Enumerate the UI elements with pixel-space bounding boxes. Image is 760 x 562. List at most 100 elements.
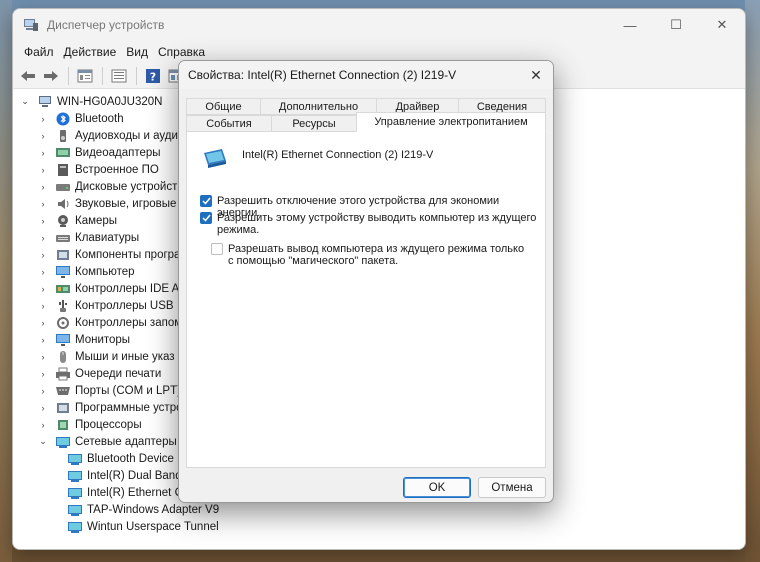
chevron-right-icon[interactable]: › xyxy=(37,335,49,345)
tree-category-ide-controllers[interactable]: › Контроллеры IDE ATA xyxy=(37,280,193,297)
tree-category-audio-io[interactable]: › Аудиовходы и аудио xyxy=(37,127,184,144)
back-arrow-icon[interactable] xyxy=(17,66,39,86)
chevron-right-icon[interactable]: › xyxy=(37,182,49,192)
tree-item-wintun[interactable]: Wintun Userspace Tunnel xyxy=(61,518,219,535)
ide-controller-icon xyxy=(55,282,71,296)
chevron-right-icon[interactable]: › xyxy=(37,216,49,226)
tab-power-management[interactable]: Управление электропитанием xyxy=(356,112,546,132)
menu-view[interactable]: Вид xyxy=(121,45,153,59)
chevron-right-icon[interactable]: › xyxy=(37,267,49,277)
tree-category-bluetooth[interactable]: › Bluetooth xyxy=(37,110,124,127)
tree-category-processors[interactable]: › Процессоры xyxy=(37,416,142,433)
menu-help[interactable]: Справка xyxy=(153,45,210,59)
usb-icon xyxy=(55,299,71,313)
tree-category-usb-controllers[interactable]: › Контроллеры USB xyxy=(37,297,174,314)
minimize-button[interactable]: — xyxy=(607,9,653,41)
tree-label: Аудиовходы и аудио xyxy=(75,129,185,142)
tab-general[interactable]: Общие xyxy=(186,98,261,115)
tree-label: Порты (COM и LPT) xyxy=(75,384,181,397)
tab-resources[interactable]: Ресурсы xyxy=(271,115,357,132)
menu-file[interactable]: Файл xyxy=(19,45,59,59)
tree-category-software-components[interactable]: › Компоненты програ xyxy=(37,246,181,263)
checkbox-checked[interactable] xyxy=(200,212,212,224)
chevron-right-icon[interactable]: › xyxy=(37,165,49,175)
tree-root[interactable]: ⌄ WIN-HG0A0JU320N xyxy=(19,93,162,110)
desktop-wallpaper-left xyxy=(0,0,12,562)
properties-icon[interactable] xyxy=(74,66,96,86)
tree-category-storage-controllers[interactable]: › Контроллеры запом xyxy=(37,314,182,331)
chevron-right-icon[interactable]: › xyxy=(37,284,49,294)
maximize-button[interactable]: ☐ xyxy=(653,9,699,41)
chevron-right-icon[interactable]: › xyxy=(37,131,49,141)
tree-category-cameras[interactable]: › Камеры xyxy=(37,212,117,229)
chevron-right-icon[interactable]: › xyxy=(37,233,49,243)
tree-category-print-queues[interactable]: › Очереди печати xyxy=(37,365,161,382)
keyboard-icon xyxy=(55,231,71,245)
properties-dialog: Свойства: Intel(R) Ethernet Connection (… xyxy=(178,60,554,503)
toolbar-separator xyxy=(136,66,137,85)
chevron-right-icon[interactable]: › xyxy=(37,199,49,209)
mouse-icon xyxy=(55,350,71,364)
tree-category-mice[interactable]: › Мыши и иные указ xyxy=(37,348,175,365)
monitor-icon xyxy=(55,265,71,279)
tree-category-software-devices[interactable]: › Программные устро xyxy=(37,399,183,416)
tree-label: Bluetooth xyxy=(75,112,124,125)
help-icon[interactable]: ? xyxy=(142,66,164,86)
tree-item-intel-dual-band[interactable]: Intel(R) Dual Band xyxy=(61,467,182,484)
tree-label: Очереди печати xyxy=(75,367,162,380)
chevron-right-icon[interactable]: › xyxy=(37,420,49,430)
port-icon xyxy=(55,384,71,398)
option-magic-packet-only[interactable]: Разрешать вывод компьютера из ждущего ре… xyxy=(211,243,528,267)
tree-category-video-adapters[interactable]: › Видеоадаптеры xyxy=(37,144,161,161)
chevron-right-icon[interactable]: › xyxy=(37,250,49,260)
tree-root-label: WIN-HG0A0JU320N xyxy=(57,95,163,108)
tab-events[interactable]: События xyxy=(186,115,272,132)
ok-button[interactable]: OK xyxy=(403,477,471,498)
tree-item-intel-ethernet[interactable]: Intel(R) Ethernet C xyxy=(61,484,183,501)
firmware-icon xyxy=(55,163,71,177)
checkbox-unchecked[interactable] xyxy=(211,243,223,255)
tree-category-keyboards[interactable]: › Клавиатуры xyxy=(37,229,140,246)
device-list-icon[interactable] xyxy=(108,66,130,86)
tree-item-bluetooth-device[interactable]: Bluetooth Device xyxy=(61,450,174,467)
tree-label: Мыши и иные указ xyxy=(75,350,175,363)
cancel-button[interactable]: Отмена xyxy=(478,477,546,498)
tree-label: Программные устро xyxy=(75,401,183,414)
tree-category-ports[interactable]: › Порты (COM и LPT) xyxy=(37,382,181,399)
network-adapter-icon xyxy=(67,520,83,534)
desktop-wallpaper-right xyxy=(745,0,760,562)
tree-category-monitors[interactable]: › Мониторы xyxy=(37,331,130,348)
tree-category-firmware[interactable]: › Встроенное ПО xyxy=(37,161,159,178)
tree-category-computer[interactable]: › Компьютер xyxy=(37,263,135,280)
tree-category-disk-drives[interactable]: › Дисковые устройств xyxy=(37,178,184,195)
checkbox-checked[interactable] xyxy=(200,195,212,207)
chevron-down-icon[interactable]: ⌄ xyxy=(19,96,31,107)
tree-label: Дисковые устройств xyxy=(75,180,184,193)
option-allow-wake[interactable]: Разрешить этому устройству выводить комп… xyxy=(200,212,537,236)
bluetooth-icon xyxy=(55,112,71,126)
software-device-icon xyxy=(55,401,71,415)
device-name: Intel(R) Ethernet Connection (2) I219-V xyxy=(242,149,434,161)
chevron-right-icon[interactable]: › xyxy=(37,301,49,311)
network-adapter-icon xyxy=(67,452,83,466)
menu-action[interactable]: Действие xyxy=(59,45,122,59)
chevron-right-icon[interactable]: › xyxy=(37,403,49,413)
chevron-down-icon[interactable]: ⌄ xyxy=(37,436,49,447)
tree-category-sound-game[interactable]: › Звуковые, игровые и xyxy=(37,195,187,212)
network-adapter-icon xyxy=(202,147,228,172)
chevron-right-icon[interactable]: › xyxy=(37,352,49,362)
chevron-right-icon[interactable]: › xyxy=(37,114,49,124)
computer-icon xyxy=(37,95,53,109)
chevron-right-icon[interactable]: › xyxy=(37,386,49,396)
processor-icon xyxy=(55,418,71,432)
chevron-right-icon[interactable]: › xyxy=(37,148,49,158)
storage-controller-icon xyxy=(55,316,71,330)
close-button[interactable]: ✕ xyxy=(699,9,745,41)
tree-label: Bluetooth Device xyxy=(87,452,174,465)
forward-arrow-icon[interactable] xyxy=(40,66,62,86)
dialog-close-button[interactable]: ✕ xyxy=(523,63,549,87)
tree-category-network-adapters[interactable]: ⌄ Сетевые адаптеры xyxy=(37,433,177,450)
tree-item-tap-windows[interactable]: TAP-Windows Adapter V9 xyxy=(61,501,219,518)
chevron-right-icon[interactable]: › xyxy=(37,318,49,328)
chevron-right-icon[interactable]: › xyxy=(37,369,49,379)
